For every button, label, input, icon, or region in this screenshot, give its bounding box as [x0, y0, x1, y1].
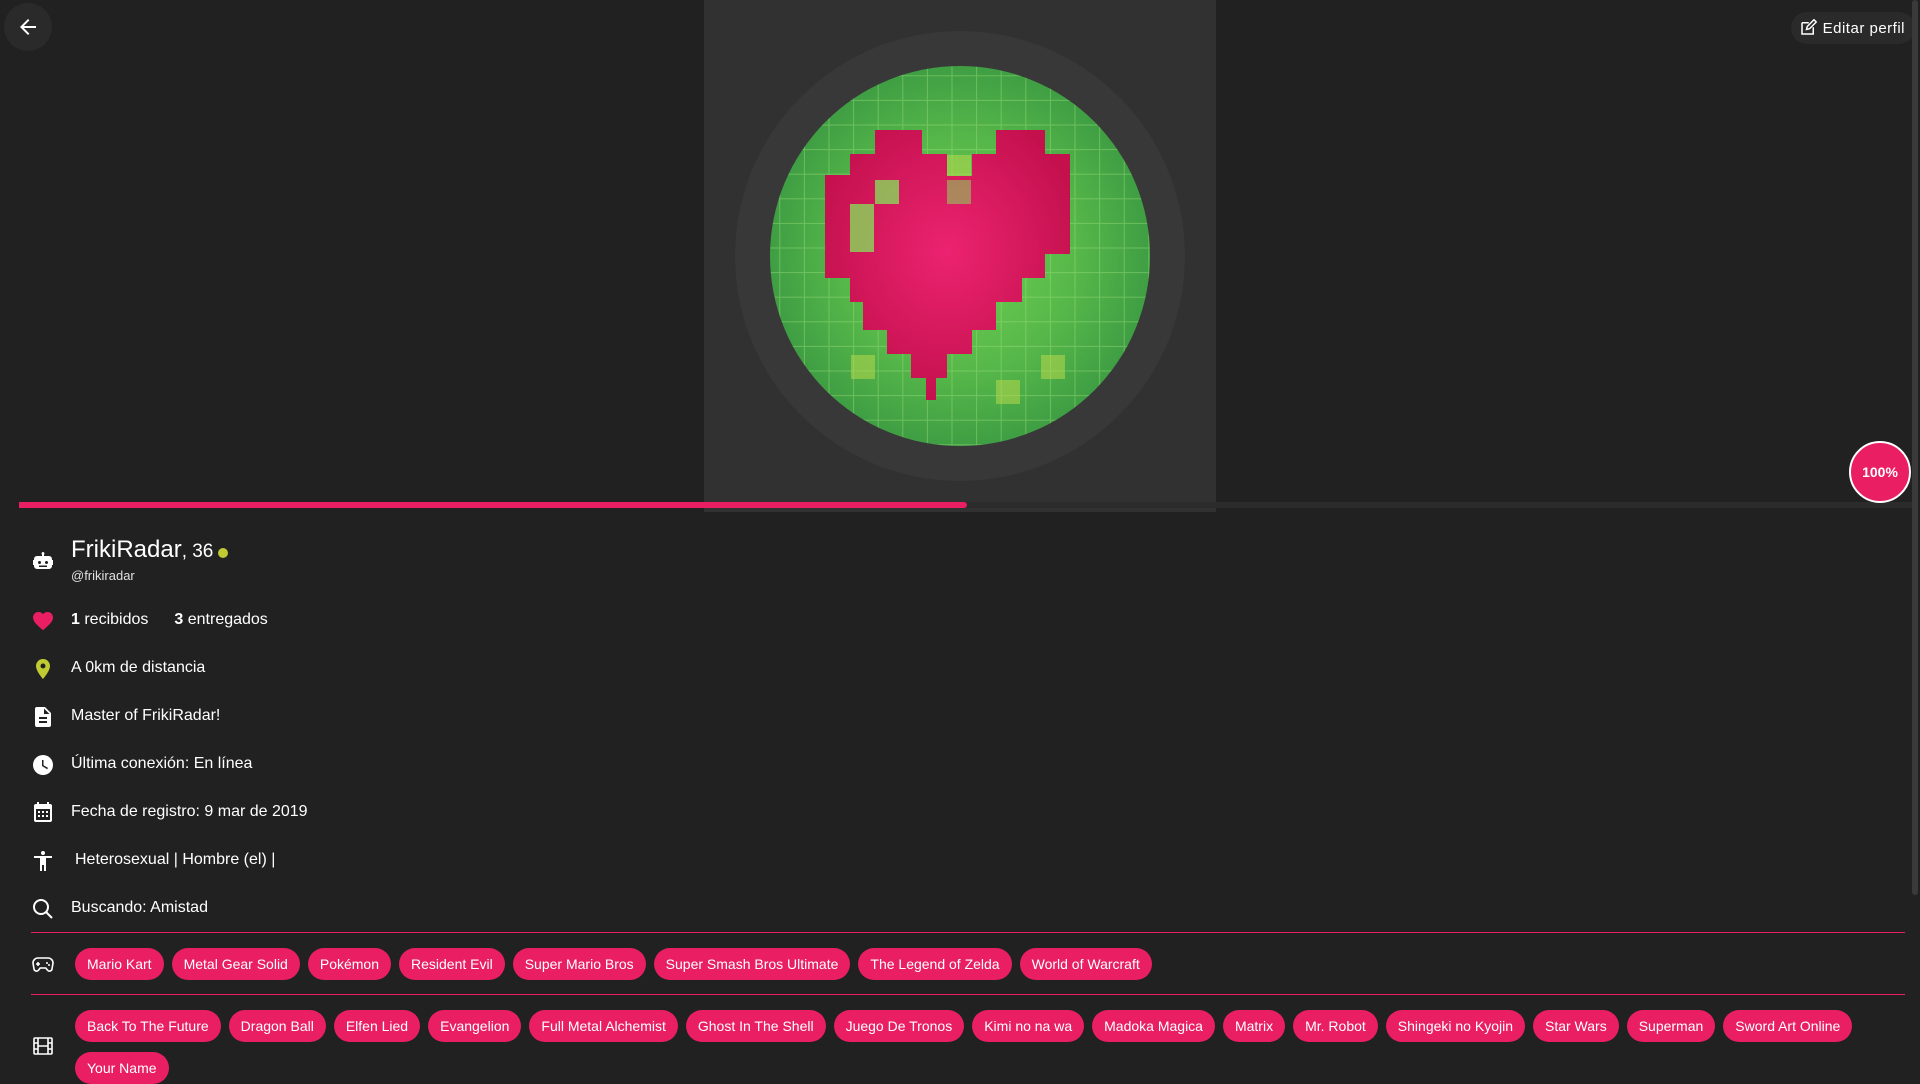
game-tag[interactable]: The Legend of Zelda [858, 948, 1012, 980]
profile-hero: Editar perfil 100% [0, 0, 1920, 512]
identity-text: Heterosexual | Hombre (el) | [75, 851, 276, 868]
online-status-dot [218, 547, 229, 558]
bio-text: Master of FrikiRadar! [71, 707, 221, 724]
profile-completion-badge[interactable]: 100% [1849, 441, 1911, 503]
movie-tag[interactable]: Sword Art Online [1723, 1010, 1853, 1042]
game-tag[interactable]: Mario Kart [75, 948, 164, 980]
location-pin-icon [36, 659, 50, 679]
movie-tag[interactable]: Madoka Magica [1092, 1010, 1215, 1042]
robot-icon [33, 552, 53, 569]
movie-tag[interactable]: Kimi no na wa [972, 1010, 1085, 1042]
scrollbar[interactable] [1912, 0, 1918, 895]
film-icon [33, 1037, 53, 1055]
profile-completion-fill [19, 502, 967, 508]
edit-profile-button[interactable]: Editar perfil [1790, 12, 1915, 44]
heart-icon [33, 612, 53, 631]
games-tags: Mario Kart Metal Gear Solid Pokémon Residen… [75, 948, 1895, 980]
back-button[interactable] [4, 3, 52, 51]
accessibility-icon [34, 851, 52, 871]
profile-name: FrikiRadar, 36 [71, 536, 229, 564]
movies-tags: Back To The Future Dragon Ball Elfen Lied E… [75, 1010, 1895, 1084]
likes-received[interactable]: 1 recibidos [71, 611, 148, 628]
looking-for-text: Buscando: Amistad [71, 899, 208, 916]
avatar-image[interactable] [704, 0, 1216, 512]
movie-tag[interactable]: Ghost In The Shell [685, 1010, 826, 1042]
movie-tag[interactable]: Star Wars [1532, 1010, 1619, 1042]
looking-for-row: Buscando: Amistad [0, 885, 1900, 933]
section-divider [31, 994, 1905, 995]
likes-given-label: entregados [183, 611, 268, 628]
likes-received-count: 1 [71, 611, 80, 628]
movie-tag[interactable]: Shingeki no Kyojin [1385, 1010, 1525, 1042]
likes-row: 1 recibidos 3 entregados [0, 597, 1900, 645]
game-tag[interactable]: Resident Evil [399, 948, 505, 980]
likes-given-count: 3 [174, 611, 184, 628]
arrow-left-icon [20, 19, 36, 35]
likes-given[interactable]: 3 entregados [174, 611, 267, 628]
last-connection-text: Última conexión: En línea [71, 755, 253, 772]
distance-text: A 0km de distancia [71, 659, 206, 676]
movie-tag[interactable]: Back To The Future [75, 1010, 221, 1042]
game-tag[interactable]: Super Mario Bros [512, 948, 646, 980]
movie-tag[interactable]: Elfen Lied [333, 1010, 421, 1042]
calendar-icon [34, 802, 52, 822]
profile-name-text: FrikiRadar [71, 536, 182, 563]
distance-row: A 0km de distancia [0, 645, 1900, 693]
last-connection-row: Última conexión: En línea [0, 741, 1900, 789]
movie-tag[interactable]: Your Name [75, 1052, 169, 1084]
movie-tag[interactable]: Full Metal Alchemist [529, 1010, 678, 1042]
game-tag[interactable]: Super Smash Bros Ultimate [653, 948, 851, 980]
document-icon [35, 707, 51, 727]
likes-received-label: recibidos [79, 611, 149, 628]
movie-tag[interactable]: Matrix [1222, 1010, 1286, 1042]
section-divider [31, 932, 1905, 933]
movie-tag[interactable]: Evangelion [428, 1010, 522, 1042]
movie-tag[interactable]: Superman [1626, 1010, 1716, 1042]
movie-tag[interactable]: Mr. Robot [1293, 1010, 1378, 1042]
game-tag[interactable]: World of Warcraft [1019, 948, 1152, 980]
avatar-panel [704, 0, 1216, 512]
likes-stats: 1 recibidos 3 entregados [71, 611, 268, 629]
registration-text: Fecha de registro: 9 mar de 2019 [71, 803, 308, 820]
profile-name-row [0, 538, 1900, 588]
profile-completion-label: 100% [1862, 464, 1898, 480]
profile-completion-bar [19, 502, 1915, 508]
game-tag[interactable]: Pokémon [307, 948, 392, 980]
identity-row: Heterosexual | Hombre (el) | [0, 837, 1900, 885]
movie-tag[interactable]: Juego De Tronos [833, 1010, 965, 1042]
movie-tag[interactable]: Dragon Ball [228, 1010, 326, 1042]
profile-handle: @frikiradar [71, 568, 135, 583]
clock-icon [33, 755, 53, 775]
search-icon [33, 899, 53, 919]
registration-row: Fecha de registro: 9 mar de 2019 [0, 789, 1900, 837]
bio-row: Master of FrikiRadar! [0, 693, 1900, 741]
game-tag[interactable]: Metal Gear Solid [171, 948, 300, 980]
profile-age: , 36 [181, 541, 214, 562]
edit-profile-label: Editar perfil [1822, 19, 1905, 37]
gamepad-icon [32, 957, 54, 972]
edit-icon [1800, 19, 1817, 35]
